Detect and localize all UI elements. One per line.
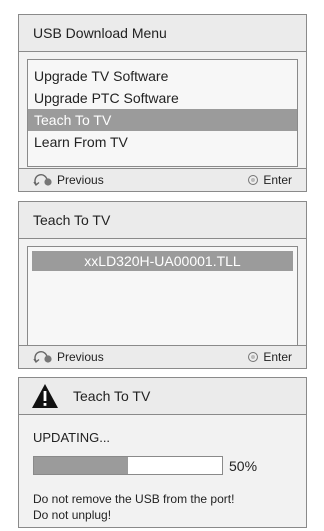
panel-title: USB Download Menu	[19, 15, 306, 52]
panel-footer: Previous Enter	[19, 345, 306, 368]
menu-item-learn-from-tv[interactable]: Learn From TV	[28, 131, 297, 153]
warning-message-line2: Do not unplug!	[33, 508, 112, 522]
progress-percent: 50%	[229, 457, 258, 474]
return-arrow-icon	[33, 174, 52, 187]
return-arrow-icon	[33, 351, 52, 364]
menu-item-upgrade-tv-software[interactable]: Upgrade TV Software	[28, 65, 297, 87]
warning-triangle-icon	[32, 384, 58, 408]
panel-title: Teach To TV	[73, 388, 151, 404]
previous-label: Previous	[57, 350, 104, 364]
previous-button[interactable]: Previous	[33, 169, 104, 191]
panel-footer: Previous Enter	[19, 168, 306, 191]
teach-to-tv-updating-panel: Teach To TV UPDATING... 50% Do not remov…	[18, 377, 307, 528]
panel-title: Teach To TV	[19, 202, 306, 239]
warning-message-line1: Do not remove the USB from the port!	[33, 492, 235, 506]
enter-circle-icon	[248, 175, 259, 185]
enter-button[interactable]: Enter	[248, 169, 292, 191]
previous-button[interactable]: Previous	[33, 346, 104, 368]
progress-row: 50%	[33, 456, 257, 475]
usb-download-menu-panel: USB Download Menu Upgrade TV Software Up…	[18, 14, 307, 192]
file-item[interactable]: xxLD320H-UA00001.TLL	[32, 251, 293, 271]
file-list: xxLD320H-UA00001.TLL	[27, 246, 298, 346]
enter-button[interactable]: Enter	[248, 346, 292, 368]
enter-circle-icon	[248, 352, 259, 362]
warning-message: Do not remove the USB from the port! Do …	[33, 491, 234, 523]
progress-bar	[33, 456, 223, 475]
menu-item-teach-to-tv[interactable]: Teach To TV	[28, 109, 297, 131]
panel-title-bar: Teach To TV	[19, 378, 306, 415]
progress-fill	[34, 457, 128, 474]
enter-label: Enter	[263, 350, 292, 364]
teach-to-tv-file-panel: Teach To TV xxLD320H-UA00001.TLL Previou…	[18, 201, 307, 369]
menu-item-upgrade-ptc-software[interactable]: Upgrade PTC Software	[28, 87, 297, 109]
menu-list: Upgrade TV Software Upgrade PTC Software…	[27, 59, 298, 167]
enter-label: Enter	[263, 173, 292, 187]
previous-label: Previous	[57, 173, 104, 187]
status-text: UPDATING...	[33, 430, 111, 445]
